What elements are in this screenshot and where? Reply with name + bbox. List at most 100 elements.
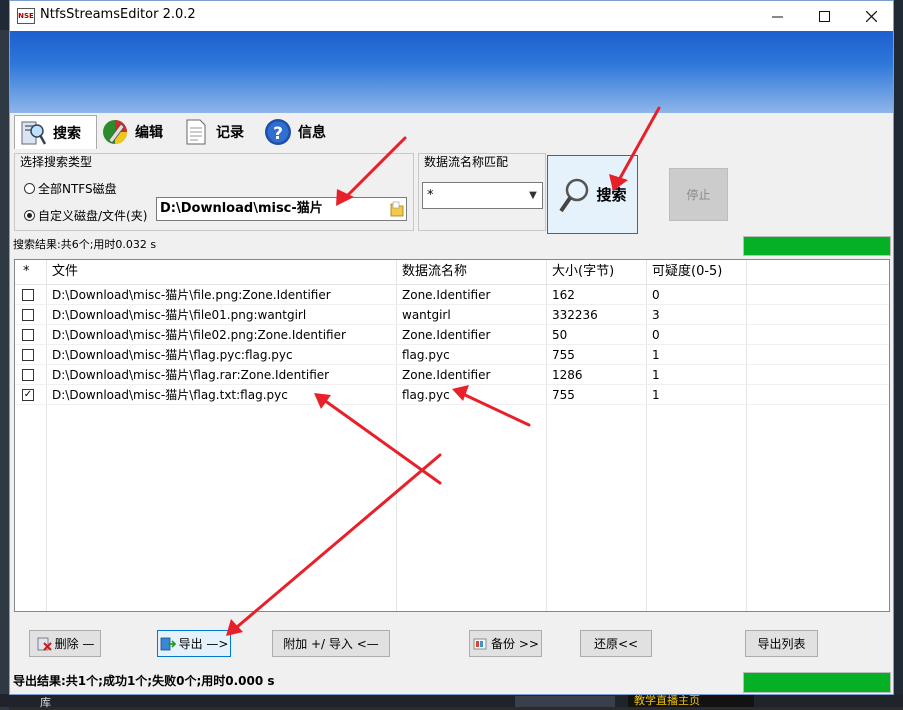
tab-log[interactable]: 记录 [178, 115, 257, 149]
append-import-button[interactable]: 附加 +/ 导入 <— [272, 630, 390, 657]
column-header-suspicion[interactable]: 可疑度(0-5) [647, 260, 746, 284]
cell-stream: wantgirl [402, 308, 451, 322]
radio-custom-path-label: 自定义磁盘/文件(夹) [38, 209, 148, 223]
table-row[interactable]: D:\Download\misc-猫片\file01.png:wantgirl … [15, 305, 889, 325]
app-icon: NSE [17, 8, 35, 24]
folder-icon[interactable] [388, 199, 406, 219]
row-checkbox[interactable] [22, 309, 34, 321]
radio-custom-path[interactable]: 自定义磁盘/文件(夹) [24, 207, 147, 224]
cell-suspicion: 1 [652, 388, 660, 402]
delete-icon [37, 637, 52, 651]
table-row[interactable]: D:\Download\misc-猫片\file.png:Zone.Identi… [15, 285, 889, 305]
window-title: NtfsStreamsEditor 2.0.2 [40, 7, 196, 22]
taskbar [0, 694, 903, 707]
column-header-file[interactable]: 文件 [47, 260, 396, 284]
cell-size: 332236 [552, 308, 598, 322]
tab-log-label: 记录 [216, 125, 244, 141]
radio-custom-path-circle[interactable] [24, 210, 35, 221]
cell-suspicion: 1 [652, 348, 660, 362]
taskbar-left-label: 库 [40, 696, 51, 709]
cell-size: 1286 [552, 368, 583, 382]
chevron-down-icon[interactable]: ▼ [525, 185, 541, 207]
cell-size: 755 [552, 348, 575, 362]
app-window: NSE NtfsStreamsEditor 2.0.2 搜索 编辑 记录 ? 信… [9, 0, 894, 695]
search-tab-icon [21, 121, 47, 145]
tab-search[interactable]: 搜索 [14, 115, 97, 149]
edit-tab-icon [103, 120, 127, 144]
cell-file: D:\Download\misc-猫片\flag.rar:Zone.Identi… [52, 368, 330, 382]
cell-suspicion: 3 [652, 308, 660, 322]
cell-suspicion: 1 [652, 368, 660, 382]
export-button-label: 导出 —> [178, 637, 229, 651]
search-button-label: 搜索 [596, 186, 627, 204]
cell-stream: flag.pyc [402, 388, 450, 402]
cell-stream: Zone.Identifier [402, 368, 491, 382]
minimize-button[interactable] [754, 1, 800, 31]
taskbar-ad-banner: 教学直播主页 [628, 694, 754, 707]
tab-search-label: 搜索 [53, 125, 81, 142]
radio-all-ntfs[interactable]: 全部NTFS磁盘 [24, 180, 117, 197]
maximize-button[interactable] [801, 1, 847, 31]
delete-button[interactable]: 删除 — [29, 630, 101, 657]
radio-all-ntfs-label: 全部NTFS磁盘 [38, 182, 117, 196]
search-progress-fill [744, 237, 890, 255]
row-checkbox[interactable] [22, 289, 34, 301]
title-bar[interactable]: NSE NtfsStreamsEditor 2.0.2 [10, 1, 893, 31]
cell-file: D:\Download\misc-猫片\file.png:Zone.Identi… [52, 288, 331, 302]
header-banner [10, 31, 893, 113]
stream-match-label: 数据流名称匹配 [424, 155, 509, 169]
path-input[interactable]: D:\Download\misc-猫片 [156, 197, 407, 221]
backup-button[interactable]: 备份 >> [469, 630, 542, 657]
export-progress-fill [744, 673, 890, 692]
cell-suspicion: 0 [652, 288, 660, 302]
minimize-icon [771, 16, 783, 17]
backup-icon [473, 638, 487, 649]
magnifier-icon [559, 178, 589, 212]
tab-edit-label: 编辑 [135, 125, 163, 141]
row-checkbox[interactable]: ✓ [22, 389, 34, 401]
cell-size: 755 [552, 388, 575, 402]
tab-edit[interactable]: 编辑 [97, 115, 174, 149]
export-button[interactable]: 导出 —> [157, 630, 231, 657]
export-result-status: 导出结果:共1个;成功1个;失败0个;用时0.000 s [13, 674, 275, 688]
delete-button-label: 删除 — [54, 637, 95, 651]
row-checkbox[interactable] [22, 329, 34, 341]
desktop-left-strip [0, 30, 9, 710]
column-header-select[interactable]: * [18, 260, 46, 284]
cell-stream: Zone.Identifier [402, 288, 491, 302]
cell-stream: flag.pyc [402, 348, 450, 362]
cell-stream: Zone.Identifier [402, 328, 491, 342]
results-table: * 文件 数据流名称 大小(字节) 可疑度(0-5) D:\Download\m… [14, 259, 890, 612]
backup-button-label: 备份 >> [491, 637, 539, 651]
cell-suspicion: 0 [652, 328, 660, 342]
cell-file: D:\Download\misc-猫片\file01.png:wantgirl [52, 308, 307, 322]
search-button[interactable]: 搜索 [547, 155, 638, 234]
stop-button[interactable]: 停止 [669, 168, 728, 221]
tab-info[interactable]: ? 信息 [260, 115, 340, 149]
svg-text:?: ? [273, 124, 283, 144]
restore-button[interactable]: 还原<< [580, 630, 652, 657]
maximize-icon [818, 10, 830, 22]
cell-size: 162 [552, 288, 575, 302]
table-row[interactable]: D:\Download\misc-猫片\file02.png:Zone.Iden… [15, 325, 889, 345]
tab-info-label: 信息 [298, 125, 326, 141]
close-icon [865, 10, 877, 22]
row-checkbox[interactable] [22, 349, 34, 361]
search-progress-bar [743, 236, 891, 256]
cell-file: D:\Download\misc-猫片\flag.pyc:flag.pyc [52, 348, 293, 362]
taskbar-item[interactable] [515, 696, 615, 707]
column-header-size[interactable]: 大小(字节) [547, 260, 646, 284]
export-icon [160, 637, 176, 650]
radio-all-ntfs-circle[interactable] [24, 183, 35, 194]
table-row[interactable]: ✓ D:\Download\misc-猫片\flag.txt:flag.pyc … [15, 385, 889, 405]
cell-size: 50 [552, 328, 568, 342]
search-type-label: 选择搜索类型 [20, 155, 93, 169]
column-header-stream[interactable]: 数据流名称 [397, 260, 546, 284]
table-row[interactable]: D:\Download\misc-猫片\flag.rar:Zone.Identi… [15, 365, 889, 385]
table-row[interactable]: D:\Download\misc-猫片\flag.pyc:flag.pyc fl… [15, 345, 889, 365]
search-result-status: 搜索结果:共6个;用时0.032 s [13, 238, 157, 251]
close-button[interactable] [848, 1, 894, 31]
export-progress-bar [743, 672, 891, 693]
export-list-button[interactable]: 导出列表 [745, 630, 818, 657]
row-checkbox[interactable] [22, 369, 34, 381]
